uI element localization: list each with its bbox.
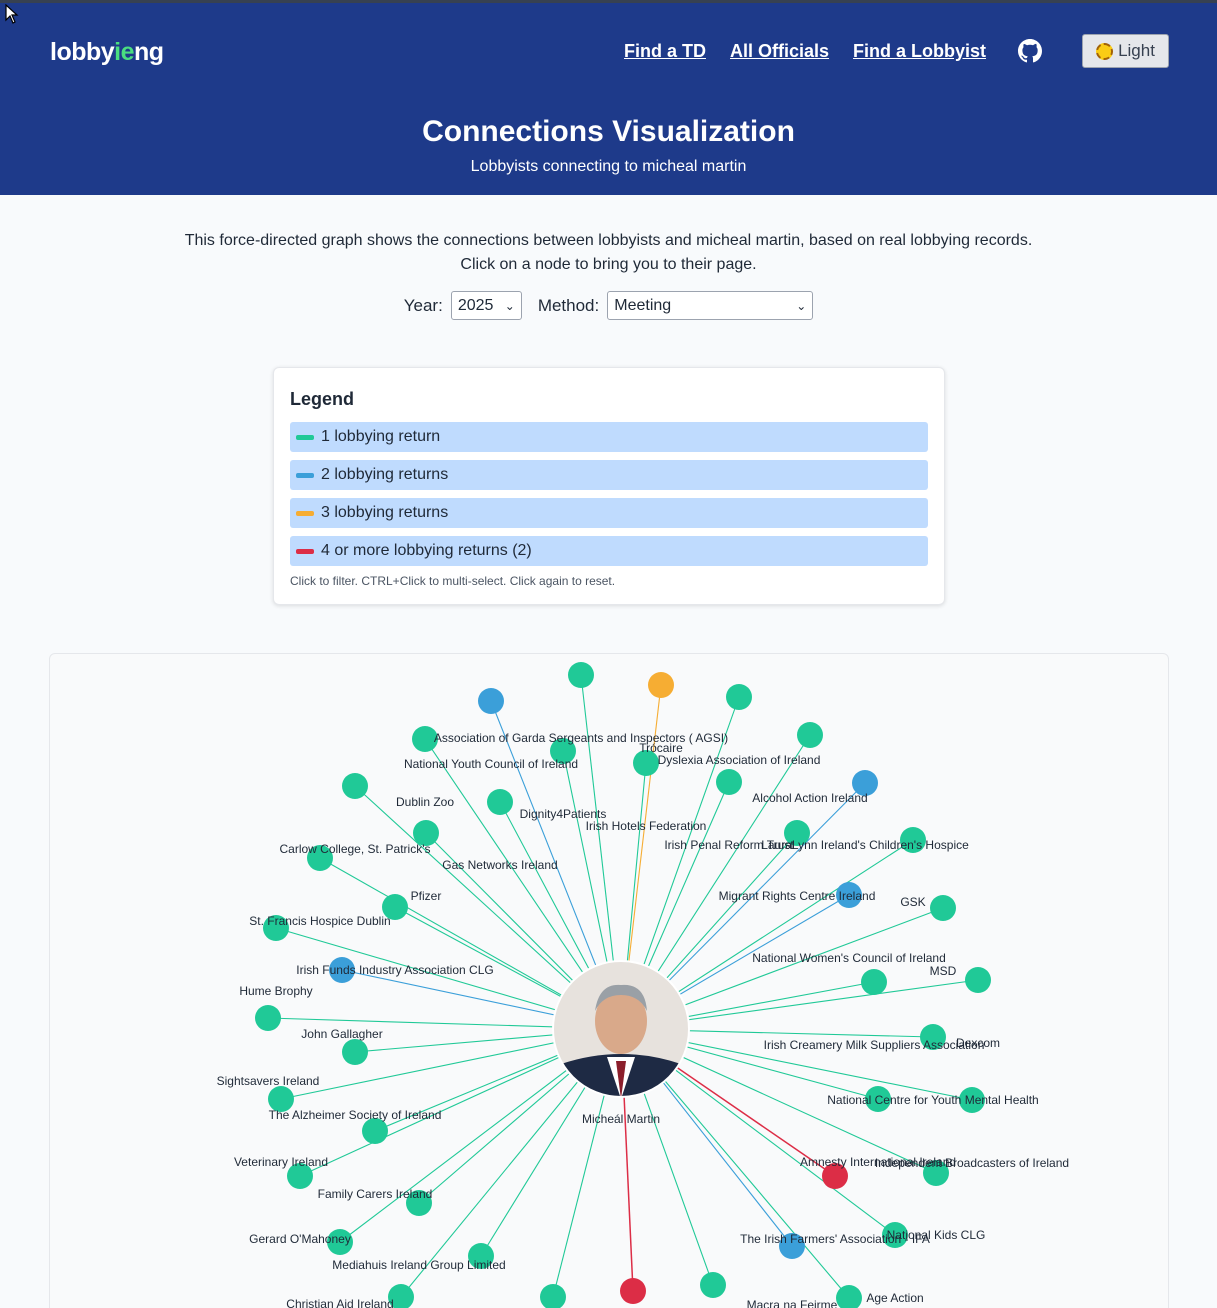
- filter-controls: Year: 2025 ⌄ Method: Meeting ⌄: [0, 291, 1217, 320]
- lobbyist-label: Pfizer: [411, 889, 442, 903]
- legend-swatch: [296, 434, 314, 440]
- lobbyist-node[interactable]: [930, 895, 956, 921]
- legend-item-4-plus-returns[interactable]: 4 or more lobbying returns (2): [290, 536, 928, 566]
- nav-find-lobbyist[interactable]: Find a Lobbyist: [853, 41, 986, 62]
- year-select-value: 2025: [457, 296, 494, 314]
- legend-item-1-return[interactable]: 1 lobbying return: [290, 422, 928, 452]
- year-select[interactable]: 2025 ⌄: [450, 291, 522, 320]
- legend-item-label: 4 or more lobbying returns (2): [321, 542, 532, 559]
- lobbyist-node[interactable]: [342, 773, 368, 799]
- legend-panel: Legend 1 lobbying return 2 lobbying retu…: [273, 367, 945, 605]
- sun-icon: [1096, 42, 1114, 60]
- legend-item-3-returns[interactable]: 3 lobbying returns: [290, 498, 928, 528]
- github-icon[interactable]: [1018, 39, 1042, 63]
- legend-item-label: 2 lobbying returns: [321, 466, 449, 483]
- lobbyist-node[interactable]: [797, 722, 823, 748]
- lobbyist-label: Irish Creamery Milk Suppliers Associatio…: [764, 1038, 985, 1052]
- intro-text: This force-directed graph shows the conn…: [0, 229, 1217, 277]
- lobbyist-label: National Women's Council of Ireland: [752, 951, 946, 965]
- lobbyist-node[interactable]: [700, 1272, 726, 1298]
- lobbyist-label: Irish Hotels Federation: [586, 819, 707, 833]
- legend-item-2-returns[interactable]: 2 lobbying returns: [290, 460, 928, 490]
- legend-item-label: 3 lobbying returns: [321, 504, 449, 521]
- lobbyist-label: LauraLynn Ireland's Children's Hospice: [761, 838, 969, 852]
- lobbyist-node[interactable]: [620, 1278, 646, 1304]
- intro-line-2: Click on a node to bring you to their pa…: [460, 256, 757, 273]
- lobbyist-node[interactable]: [478, 688, 504, 714]
- intro-line-1: This force-directed graph shows the conn…: [184, 232, 1033, 249]
- site-logo[interactable]: lobbyieng: [50, 38, 164, 67]
- legend-note: Click to filter. CTRL+Click to multi-sel…: [290, 574, 616, 588]
- method-select-value: Meeting: [614, 296, 672, 314]
- legend-item-label: 1 lobbying return: [321, 428, 441, 445]
- lobbyist-label: Gerard O'Mahoney: [249, 1232, 351, 1246]
- lobbyist-label: Carlow College, St. Patrick's: [279, 842, 430, 856]
- lobbyist-label: Hume Brophy: [239, 984, 312, 998]
- lobbyist-label: Independent Broadcasters of Ireland: [875, 1156, 1069, 1170]
- chevron-down-icon: ⌄: [796, 298, 807, 313]
- lobbyist-label: Age Action: [866, 1291, 923, 1305]
- nav-find-td[interactable]: Find a TD: [624, 41, 706, 62]
- graph-canvas: Association of Garda Sergeants and Inspe…: [217, 662, 1069, 1308]
- lobbyist-label: St. Francis Hospice Dublin: [249, 914, 390, 928]
- logo-text-end: ng: [134, 38, 164, 66]
- year-label: Year:: [403, 295, 443, 315]
- lobbyist-label: Family Carers Ireland: [318, 1187, 433, 1201]
- lobbyist-node[interactable]: [487, 789, 513, 815]
- lobbyist-label: National Centre for Youth Mental Health: [827, 1093, 1038, 1107]
- theme-toggle-label: Light: [1118, 41, 1155, 60]
- legend-title: Legend: [290, 389, 355, 409]
- method-label: Method:: [537, 295, 600, 315]
- lobbyist-label: John Gallagher: [301, 1027, 382, 1041]
- lobbyist-label: Macra na Feirme: [747, 1298, 838, 1308]
- lobbyist-label: Christian Aid Ireland: [286, 1297, 393, 1308]
- lobbyist-label: Association of Garda Sergeants and Inspe…: [434, 731, 728, 745]
- lobbyist-label: Gas Networks Ireland: [442, 858, 557, 872]
- lobbyist-node[interactable]: [648, 672, 674, 698]
- connections-graph[interactable]: Association of Garda Sergeants and Inspe…: [49, 653, 1169, 1308]
- main-nav: Find a TD All Officials Find a Lobbyist: [624, 41, 986, 62]
- legend-swatch: [296, 472, 314, 478]
- lobbyist-node[interactable]: [342, 1039, 368, 1065]
- lobbyist-label: Mediahuis Ireland Group Limited: [332, 1258, 505, 1272]
- lobbyist-label: Dyslexia Association of Ireland: [658, 753, 821, 767]
- lobbyist-label: Veterinary Ireland: [234, 1155, 328, 1169]
- lobbyist-node[interactable]: [540, 1284, 566, 1308]
- legend-swatch: [296, 548, 314, 554]
- mouse-pointer-icon: [5, 4, 19, 24]
- logo-text-start: lobby: [50, 38, 115, 66]
- lobbyist-label: Alcohol Action Ireland: [752, 791, 867, 805]
- chevron-down-icon: ⌄: [504, 298, 515, 313]
- lobbyist-node[interactable]: [255, 1005, 281, 1031]
- lobbyist-label: Sightsavers Ireland: [217, 1074, 320, 1088]
- page-subtitle: Lobbyists connecting to micheal martin: [470, 158, 747, 175]
- page-title: Connections Visualization: [422, 115, 795, 148]
- lobbyist-node[interactable]: [861, 969, 887, 995]
- method-select[interactable]: Meeting ⌄: [607, 291, 814, 320]
- logo-text-mid: ie: [114, 38, 135, 66]
- lobbyist-node[interactable]: [836, 1285, 862, 1308]
- lobbyist-node[interactable]: [716, 769, 742, 795]
- lobbyist-node[interactable]: [965, 967, 991, 993]
- lobbyist-node[interactable]: [726, 684, 752, 710]
- lobbyist-label: Migrant Rights Centre Ireland: [719, 889, 876, 903]
- lobbyist-node[interactable]: [568, 662, 594, 688]
- lobbyist-label: Irish Funds Industry Association CLG: [296, 963, 493, 977]
- lobbyist-label: MSD: [930, 964, 957, 978]
- nav-all-officials[interactable]: All Officials: [730, 41, 829, 62]
- lobbyist-label: National Kids CLG: [887, 1228, 986, 1242]
- lobbyist-label: National Youth Council of Ireland: [404, 757, 578, 771]
- official-label: Micheál Martin: [582, 1112, 660, 1126]
- legend-swatch: [296, 510, 314, 516]
- theme-toggle-button[interactable]: Light: [1082, 34, 1169, 68]
- lobbyist-label: The Alzheimer Society of Ireland: [269, 1108, 442, 1122]
- lobbyist-label: GSK: [900, 895, 925, 909]
- lobbyist-label: Dublin Zoo: [396, 795, 454, 809]
- site-header: lobbyieng Find a TD All Officials Find a…: [0, 3, 1217, 195]
